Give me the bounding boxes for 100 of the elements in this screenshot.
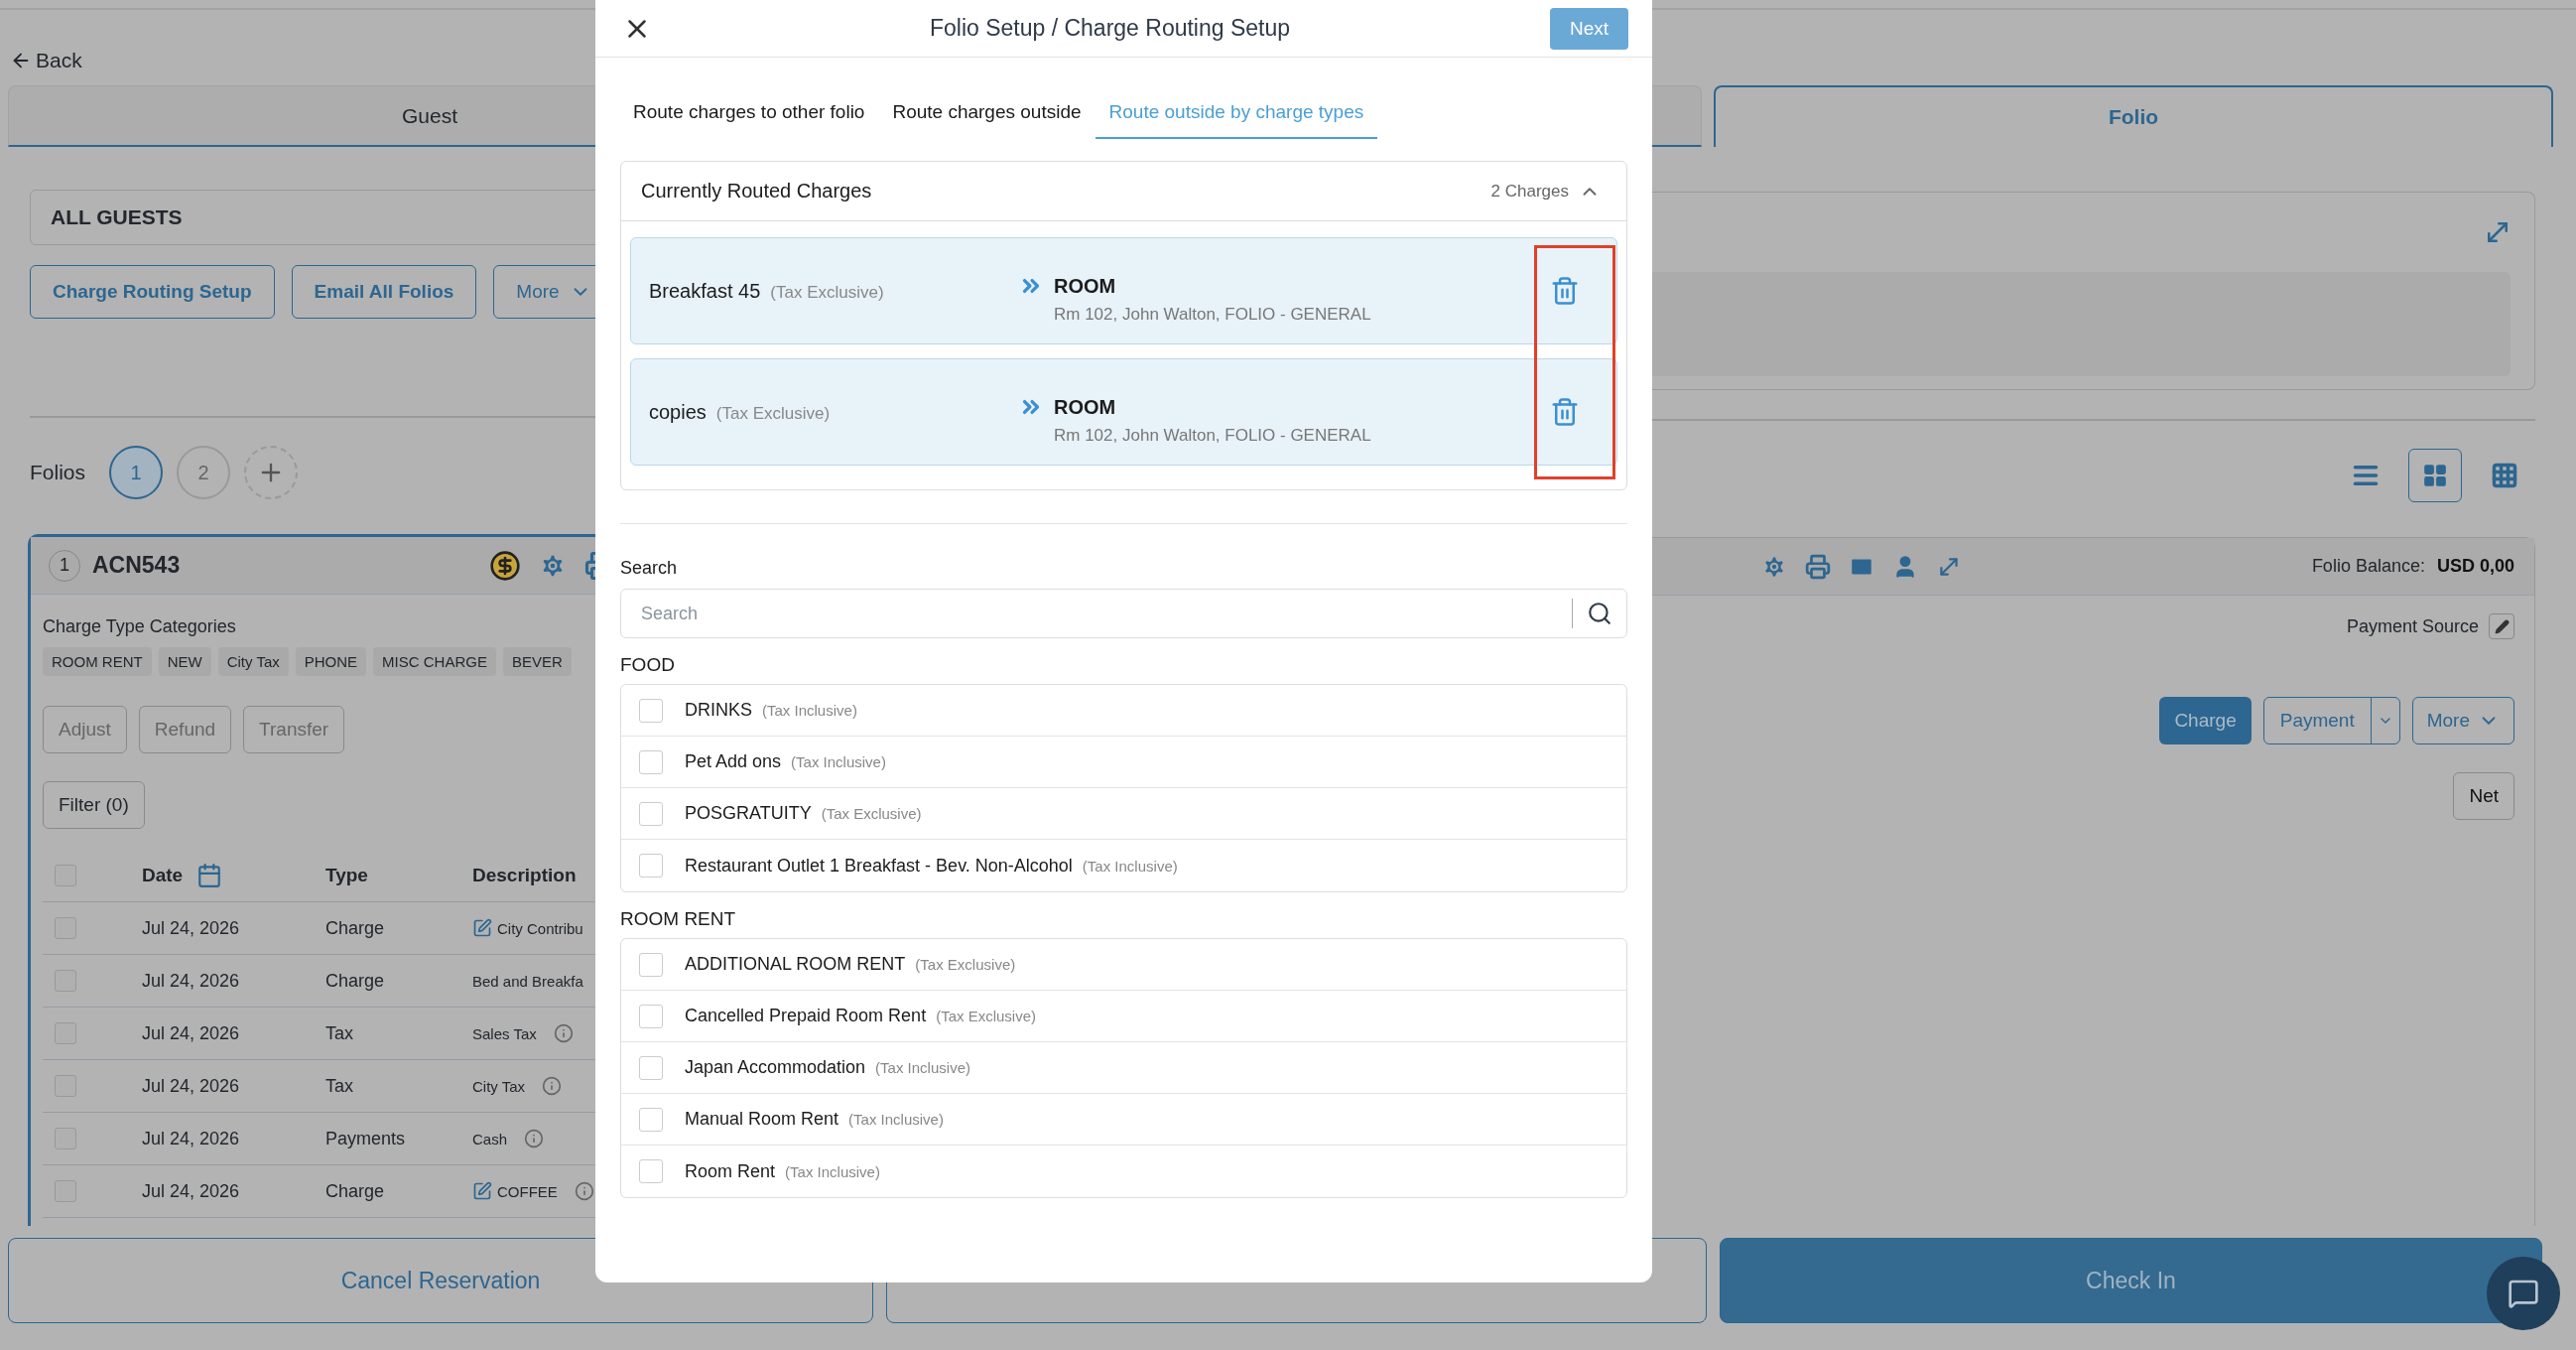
table-cell-text: Jul 24, 2026 — [142, 1128, 241, 1149]
dialog-title: Folio Setup / Charge Routing Setup — [929, 15, 1291, 42]
checkbox[interactable] — [639, 801, 663, 826]
charge-type-name: ADDITIONAL ROOM RENT (Tax Exclusive) — [685, 954, 1016, 975]
back-text: Back — [36, 48, 82, 72]
group-title: ROOM RENT — [620, 908, 737, 930]
calendar-icon[interactable] — [196, 862, 223, 888]
routing-tab[interactable]: Route charges outside — [878, 91, 1095, 139]
charge-type-name: Cancelled Prepaid Room Rent (Tax Exclusive) — [685, 1006, 1036, 1026]
folio-balance: Folio Balance: — [2311, 556, 2425, 577]
payment-source-label: Payment Source — [2346, 615, 2479, 637]
trash-icon — [1550, 397, 1580, 427]
action-button[interactable]: Email All Folios — [291, 265, 477, 319]
table-cell-text: Payments — [325, 1128, 407, 1149]
table-cell-text: Charge — [325, 1180, 386, 1202]
column-header: Date — [142, 862, 325, 888]
checkbox[interactable] — [639, 1159, 663, 1183]
action-button[interactable]: Adjust — [43, 706, 127, 753]
table-cell-text: Tax — [325, 1075, 354, 1097]
edit-button[interactable] — [2489, 613, 2514, 639]
folio-number[interactable]: 2 — [177, 446, 231, 499]
view-mode-button[interactable] — [2408, 449, 2462, 502]
charge-button[interactable]: Charge — [2159, 697, 2252, 744]
table-cell-text: Jul 24, 2026 — [142, 917, 241, 939]
checkbox[interactable] — [639, 698, 663, 723]
charge-type-name: Manual Room Rent (Tax Inclusive) — [685, 1109, 944, 1130]
edit-icon[interactable] — [472, 918, 492, 938]
categories-label: Charge Type Categories — [43, 616, 237, 637]
next-button[interactable]: Next — [1549, 7, 1628, 50]
table-cell-text: Tax — [325, 1022, 354, 1044]
info-icon[interactable] — [524, 1129, 545, 1148]
checkbox[interactable] — [639, 952, 663, 977]
category-tag: NEW — [158, 647, 211, 676]
charge-type-name: Pet Add ons (Tax Inclusive) — [685, 751, 886, 772]
dollar-cycle-icon[interactable] — [489, 549, 522, 582]
checkbox[interactable] — [639, 749, 663, 774]
table-cell: City Contribu — [497, 919, 583, 937]
charge-type-name: Room Rent (Tax Inclusive) — [685, 1160, 880, 1182]
charges-toggle[interactable]: 2 Charges — [1484, 179, 1607, 203]
table-cell: Cash — [472, 1130, 508, 1148]
payment-split-button[interactable]: Payment — [2262, 697, 2400, 744]
edit-icon[interactable] — [472, 1181, 492, 1201]
category-tag: BEVER — [502, 647, 572, 676]
trash-icon — [1550, 276, 1580, 306]
checkbox[interactable] — [639, 1107, 663, 1132]
checkbox[interactable] — [639, 1004, 663, 1028]
check-in-button[interactable]: Check In — [1720, 1238, 2542, 1323]
grid-icon — [2422, 463, 2448, 488]
row-checkbox[interactable] — [55, 1022, 76, 1044]
group-title: FOOD — [620, 654, 676, 676]
charge-type-name: Restaurant Outlet 1 Breakfast - Bev. Non-Alcohol (Tax Inclusive) — [685, 855, 1178, 877]
table-cell-text: Charge — [325, 917, 386, 939]
payment-button[interactable]: Payment — [2263, 698, 2372, 743]
folio-name: ACN543 — [92, 552, 181, 579]
printer-icon[interactable] — [1805, 553, 1831, 580]
info-icon[interactable] — [553, 1023, 574, 1043]
route-detail: Rm 102, John Walton, FOLIO - GENERAL — [1054, 426, 1372, 446]
row-checkbox[interactable] — [55, 1128, 76, 1149]
tiles-icon — [2491, 462, 2518, 489]
balance-amount: USD 0,00 — [2436, 556, 2514, 577]
info-icon[interactable] — [574, 1181, 594, 1201]
back-link[interactable]: Back — [10, 38, 82, 82]
action-button[interactable]: Charge Routing Setup — [30, 265, 275, 319]
table-cell: COFFEE — [497, 1182, 558, 1200]
table-cell-text: Jul 24, 2026 — [142, 1075, 241, 1097]
category-tag: ROOM RENT — [43, 647, 152, 676]
action-button[interactable]: Refund — [138, 706, 232, 753]
guest-tab[interactable]: Guest — [8, 85, 595, 147]
table-cell-text: Jul 24, 2026 — [142, 970, 241, 992]
row-checkbox[interactable] — [55, 917, 76, 939]
add-folio-button[interactable] — [244, 446, 299, 499]
column-header: Description — [472, 864, 578, 886]
select-all-checkbox[interactable] — [55, 864, 76, 886]
net-button[interactable]: Net — [2453, 772, 2514, 820]
filter-button[interactable]: Filter (0) — [43, 781, 145, 829]
row-checkbox[interactable] — [55, 1075, 76, 1097]
routing-tab[interactable]: Route charges to other folio — [619, 91, 879, 139]
route-target: ROOM — [1054, 274, 1117, 298]
action-button[interactable]: Transfer — [243, 706, 345, 753]
route-detail: Rm 102, John Walton, FOLIO - GENERAL — [1054, 305, 1372, 325]
routing-tab[interactable]: Route outside by charge types — [1095, 91, 1378, 139]
folio-number[interactable]: 1 — [109, 446, 164, 499]
tab-background — [1652, 85, 1702, 147]
pencil-icon — [2494, 618, 2510, 634]
table-cell: City Tax — [472, 1077, 526, 1095]
table-cell: Sales Tax — [472, 1024, 537, 1042]
routed-charges-title: Currently Routed Charges — [641, 180, 872, 202]
folio-tab[interactable]: Folio — [1714, 85, 2553, 147]
checkbox[interactable] — [639, 854, 663, 878]
checkbox[interactable] — [639, 1055, 663, 1080]
charge-type-name: POSGRATUITY (Tax Exclusive) — [685, 803, 922, 824]
table-cell: Bed and Breakfa — [472, 972, 583, 990]
more-button[interactable]: More — [2411, 697, 2514, 744]
info-icon[interactable] — [542, 1076, 563, 1096]
search-field[interactable]: Search — [620, 589, 1627, 638]
category-tag: City Tax — [217, 647, 289, 676]
guests-header: ALL GUESTS — [30, 190, 595, 245]
row-checkbox[interactable] — [55, 1180, 76, 1202]
chat-icon — [2508, 1278, 2539, 1309]
row-checkbox[interactable] — [55, 970, 76, 992]
